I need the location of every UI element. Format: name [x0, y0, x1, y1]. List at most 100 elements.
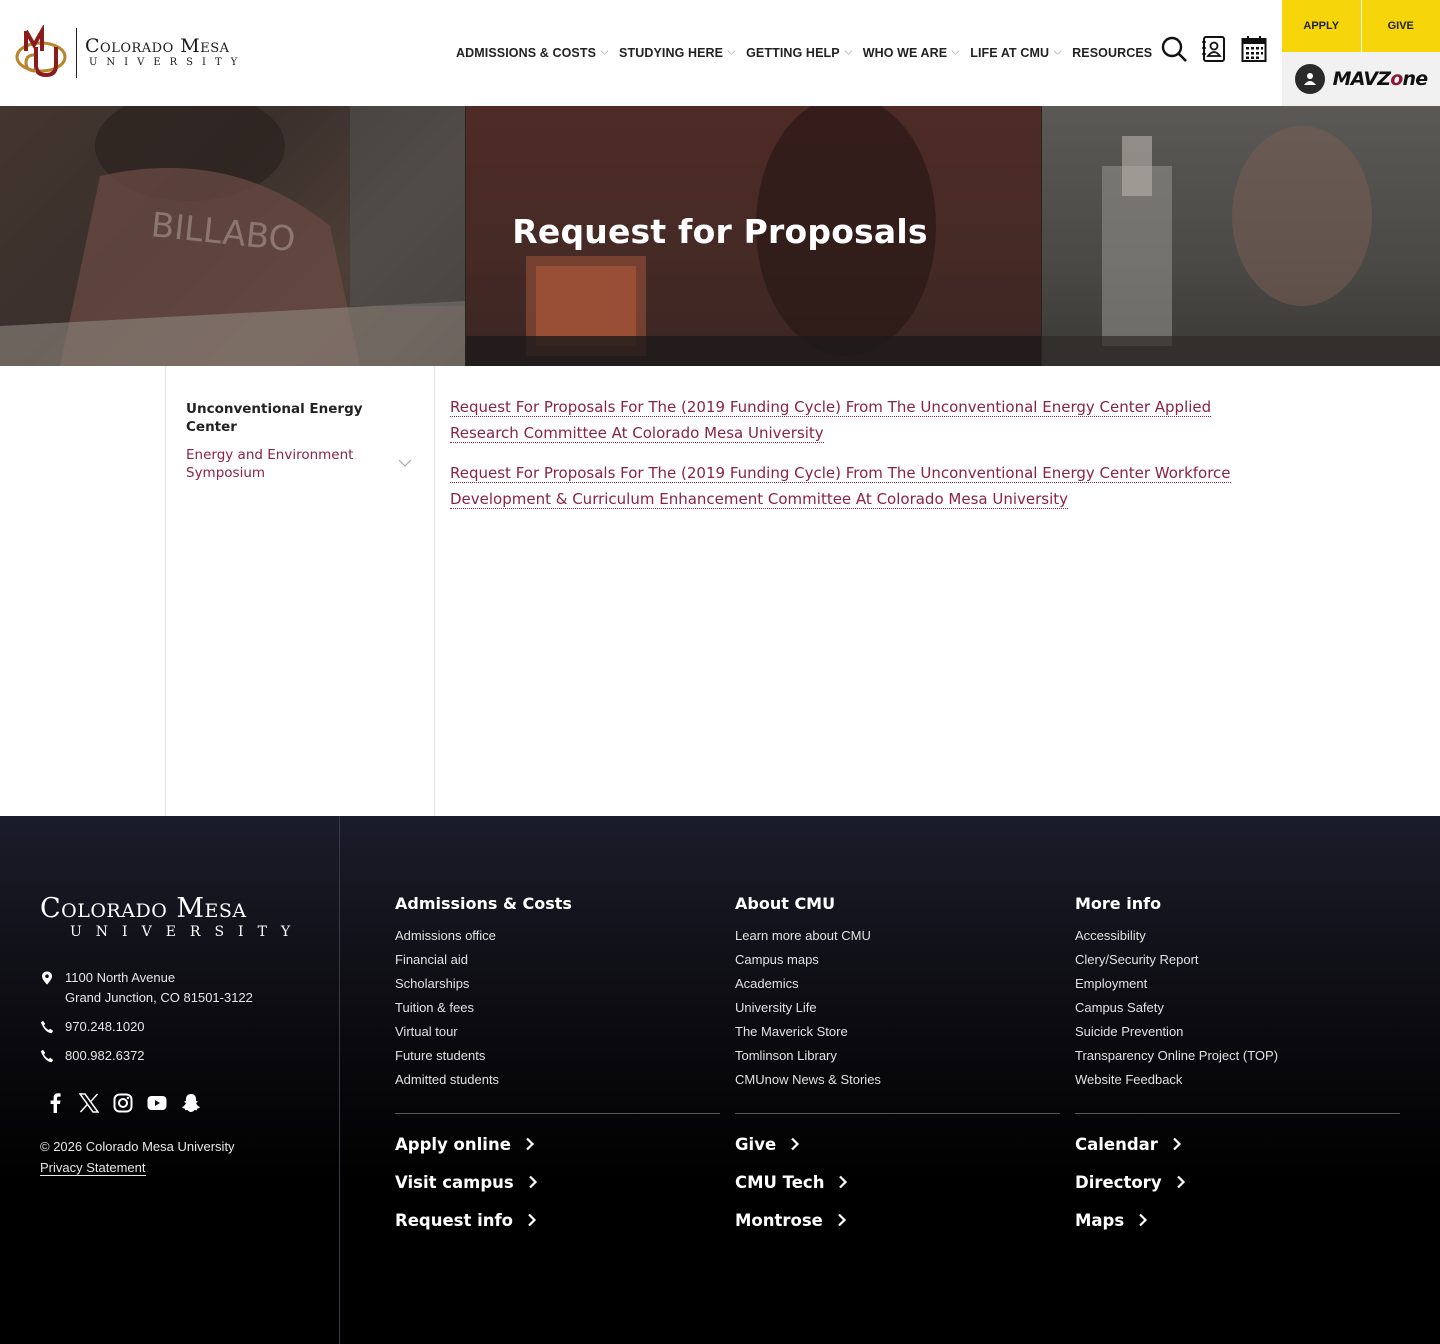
footer-link[interactable]: Campus maps [735, 952, 819, 967]
hero-banner: BILLABO Request for Proposals [0, 106, 1440, 366]
nav-getting-help[interactable]: GETTING HELP [746, 46, 853, 60]
header-icons [1160, 34, 1280, 64]
youtube-icon[interactable] [146, 1092, 168, 1114]
mavzone-login[interactable]: MAVZone [1282, 52, 1440, 106]
user-icon [1294, 64, 1325, 94]
footer-link[interactable]: Virtual tour [395, 1024, 458, 1039]
footer-link[interactable]: Admitted students [395, 1072, 499, 1087]
sidebar-item-symposium[interactable]: Energy and Environment Symposium [186, 446, 386, 482]
footer-link[interactable]: University Life [735, 1000, 817, 1015]
calendar-link[interactable]: Calendar [1075, 1134, 1400, 1154]
apply-online-link[interactable]: Apply online [395, 1134, 720, 1154]
column-title: About CMU [735, 894, 836, 913]
chevron-right-icon [1176, 1175, 1185, 1189]
university-logo[interactable]: Colorado Mesa UNIVERSITY [14, 23, 264, 82]
footer-link[interactable]: Scholarships [395, 976, 469, 991]
chevron-down-icon [600, 49, 609, 55]
instagram-icon[interactable] [112, 1092, 134, 1114]
chevron-right-icon [1173, 1137, 1181, 1151]
footer-link[interactable]: Admissions office [395, 928, 496, 943]
footer-link[interactable]: Campus Safety [1075, 1000, 1164, 1015]
social-links [44, 1092, 214, 1114]
directory-icon[interactable] [1200, 34, 1228, 64]
footer-column-about: About CMU Learn more about CMU Campus ma… [735, 894, 1060, 1230]
chevron-down-icon [844, 49, 853, 55]
footer-address: 1100 North Avenue Grand Junction, CO 8150… [40, 968, 253, 1008]
snapchat-icon[interactable] [180, 1092, 202, 1114]
chevron-right-icon [1139, 1213, 1148, 1227]
logo-name: Colorado Mesa [85, 35, 230, 57]
footer-link[interactable]: The Maverick Store [735, 1024, 848, 1039]
footer-phone-2[interactable]: 800.982.6372 [40, 1046, 145, 1066]
rfp-link-applied-research[interactable]: Request For Proposals For The (2019 Fund… [450, 394, 1280, 446]
footer-legal: © 2026 Colorado Mesa University Privacy … [40, 1136, 235, 1178]
chevron-right-icon [528, 1213, 537, 1227]
search-icon[interactable] [1160, 34, 1188, 64]
footer-column-more-info: More info Accessibility Clery/Security R… [1075, 894, 1400, 1230]
apply-button[interactable]: APPLY [1282, 0, 1361, 52]
rfp-link-workforce-development[interactable]: Request For Proposals For The (2019 Fund… [450, 460, 1280, 512]
footer-link[interactable]: Employment [1075, 976, 1147, 991]
site-header: Colorado Mesa UNIVERSITY ADMISSIONS & CO… [0, 0, 1440, 106]
phone-icon [40, 1020, 54, 1034]
calendar-icon[interactable] [1240, 34, 1268, 64]
chevron-down-icon[interactable] [398, 458, 412, 468]
chevron-right-icon [838, 1213, 846, 1227]
divider [395, 1113, 720, 1114]
map-pin-icon [42, 971, 52, 985]
footer-link[interactable]: Suicide Prevention [1075, 1024, 1183, 1039]
directory-link[interactable]: Directory [1075, 1172, 1400, 1192]
divider [735, 1113, 1060, 1114]
chevron-right-icon [839, 1175, 848, 1189]
copyright: © 2026 Colorado Mesa University [40, 1139, 235, 1154]
footer-phone-1[interactable]: 970.248.1020 [40, 1017, 145, 1037]
footer-link[interactable]: Website Feedback [1075, 1072, 1182, 1087]
maps-link[interactable]: Maps [1075, 1210, 1400, 1230]
cmu-tech-link[interactable]: CMU Tech [735, 1172, 1060, 1192]
privacy-statement-link[interactable]: Privacy Statement [40, 1160, 146, 1176]
footer-link[interactable]: Financial aid [395, 952, 468, 967]
nav-resources[interactable]: RESOURCES [1072, 46, 1152, 60]
give-button[interactable]: GIVE [1360, 0, 1440, 52]
chevron-down-icon [951, 49, 960, 55]
divider [1075, 1113, 1400, 1114]
x-icon[interactable] [78, 1092, 100, 1114]
footer-link[interactable]: Accessibility [1075, 928, 1146, 943]
footer-link[interactable]: Academics [735, 976, 799, 991]
visit-campus-link[interactable]: Visit campus [395, 1172, 720, 1192]
footer-link[interactable]: Tuition & fees [395, 1000, 474, 1015]
footer-contact: Colorado Mesa UNIVERSITY 1100 North Aven… [0, 816, 340, 1344]
footer-link[interactable]: Learn more about CMU [735, 928, 871, 943]
footer-logo[interactable]: Colorado Mesa UNIVERSITY [40, 894, 304, 941]
nav-studying-here[interactable]: STUDYING HERE [619, 46, 736, 60]
chevron-down-icon [1053, 49, 1062, 55]
chevron-right-icon [526, 1137, 534, 1151]
footer-link[interactable]: Tomlinson Library [735, 1048, 837, 1063]
cta-panel: APPLY GIVE MAVZone [1282, 0, 1440, 106]
column-title: More info [1075, 894, 1162, 913]
main-content-area: Unconventional Energy Center Energy and … [0, 366, 1440, 816]
footer-link[interactable]: CMUnow News & Stories [735, 1072, 881, 1087]
footer-link[interactable]: Clery/Security Report [1075, 952, 1199, 967]
page-title: Request for Proposals [512, 212, 928, 251]
chevron-right-icon [791, 1137, 800, 1151]
chevron-right-icon [528, 1175, 537, 1189]
sidebar-title[interactable]: Unconventional Energy Center [186, 400, 406, 436]
logo-university: UNIVERSITY [89, 57, 247, 68]
phone-icon [40, 1049, 54, 1063]
montrose-link[interactable]: Montrose [735, 1210, 1060, 1230]
cmu-monogram-icon [14, 23, 70, 81]
give-link[interactable]: Give [735, 1134, 1060, 1154]
site-footer: Colorado Mesa UNIVERSITY 1100 North Aven… [0, 816, 1440, 1344]
chevron-down-icon [727, 49, 736, 55]
nav-life-at-cmu[interactable]: LIFE AT CMU [970, 46, 1062, 60]
facebook-icon[interactable] [44, 1092, 66, 1114]
footer-link[interactable]: Transparency Online Project (TOP) [1075, 1048, 1278, 1063]
column-title: Admissions & Costs [395, 894, 572, 913]
request-info-link[interactable]: Request info [395, 1210, 720, 1230]
nav-admissions-costs[interactable]: ADMISSIONS & COSTS [456, 46, 609, 60]
sidebar-nav: Unconventional Energy Center Energy and … [165, 366, 435, 816]
nav-who-we-are[interactable]: WHO WE ARE [863, 46, 961, 60]
footer-column-admissions: Admissions & Costs Admissions office Fin… [395, 894, 720, 1230]
footer-link[interactable]: Future students [395, 1048, 485, 1063]
